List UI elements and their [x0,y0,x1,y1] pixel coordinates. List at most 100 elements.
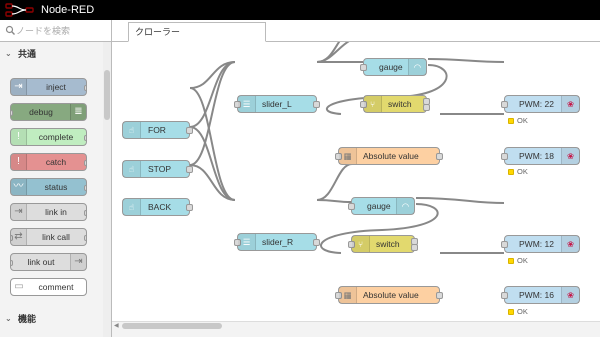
calculator-icon: ▦ [339,148,357,164]
wires [189,42,505,255]
switch-node-2[interactable]: ⑂ switch [348,235,418,253]
link-icon: ⇥ [11,204,27,220]
category-function[interactable]: ⌄ 機能 [0,309,102,329]
output-port [84,135,86,141]
output-port[interactable] [313,239,320,246]
chevron-down-icon: ⌄ [5,49,12,58]
node-red-logo [5,3,34,17]
function-node-absolute-1[interactable]: ▦ Absolute value [335,147,443,165]
palette-node-link-out[interactable]: link out ⇥ [10,253,87,271]
output-port [84,235,86,241]
slider-node-right[interactable]: ☰ slider_R [234,233,320,251]
pwm-node-12[interactable]: PWM: 12 ❀ [501,235,580,253]
palette-node-debug[interactable]: debug ≣ [10,103,87,121]
status-dot [508,258,514,264]
hand-pointer-icon: ☝ [123,161,141,177]
output-port [84,85,86,91]
hand-pointer-icon: ☝ [123,199,141,215]
category-common[interactable]: ⌄ 共通 [0,44,102,64]
raspberry-icon: ❀ [561,236,579,252]
flow-canvas[interactable]: ☝ FOR ☝ STOP ☝ BACK ☰ slider_L ☰ slider_… [112,42,600,321]
app-title: Node-RED [41,4,95,16]
input-port[interactable] [501,101,508,108]
switch-icon: ⑂ [352,236,370,252]
wire [316,163,353,201]
exclamation-icon: ! [11,129,27,145]
palette-search-input[interactable] [16,23,106,39]
scroll-left-icon[interactable]: ◀ [114,322,119,329]
raspberry-icon: ❀ [561,96,579,112]
gauge-icon: ◠ [396,198,414,214]
output-port[interactable] [423,104,430,111]
palette-node-link-in[interactable]: ⇥ link in [10,203,87,221]
status-dot [508,169,514,175]
wire [427,58,505,63]
input-port[interactable] [501,292,508,299]
wire [189,61,236,128]
pwm-node-22[interactable]: PWM: 22 ❀ [501,95,580,113]
output-port [84,160,86,166]
pwm-node-18[interactable]: PWM: 18 ❀ [501,147,580,165]
output-port [84,185,86,191]
button-node-stop[interactable]: ☝ STOP [122,160,193,178]
category-label: 機能 [18,314,37,324]
gauge-icon: ◠ [408,59,426,75]
switch-node-1[interactable]: ⑂ switch [360,95,430,113]
arrow-in-icon: ⇥ [11,79,27,95]
canvas-horizontal-scrollbar[interactable]: ◀ [112,321,600,330]
input-port[interactable] [348,203,355,210]
tab-crawler[interactable]: クローラー [128,22,266,42]
category-label: 共通 [18,49,37,59]
palette-node-complete[interactable]: ! complete [10,128,87,146]
slider-node-left[interactable]: ☰ slider_L [234,95,320,113]
palette-scroll-thumb[interactable] [104,70,110,120]
palette-node-catch[interactable]: ! catch [10,153,87,171]
output-port[interactable] [411,244,418,251]
input-port[interactable] [501,153,508,160]
sliders-icon: ☰ [238,96,256,112]
status-pwm-12: OK [508,256,528,265]
workspace-tabbar: クローラー [112,20,600,42]
pulse-icon: 〰 [11,179,27,195]
sliders-icon: ☰ [238,234,256,250]
status-dot [508,309,514,315]
raspberry-icon: ❀ [561,148,579,164]
switch-icon: ⑂ [364,96,382,112]
function-node-absolute-2[interactable]: ▦ Absolute value [335,286,443,304]
gauge-node-1[interactable]: gauge ◠ [360,58,427,76]
wire [316,42,350,63]
button-node-for[interactable]: ☝ FOR [122,121,193,139]
input-port[interactable] [501,241,508,248]
palette-node-comment[interactable]: ▭ comment [10,278,87,296]
input-port[interactable] [360,64,367,71]
output-port[interactable] [313,101,320,108]
comment-icon: ▭ [14,281,24,292]
palette-node-status[interactable]: 〰 status [10,178,87,196]
button-node-back[interactable]: ☝ BACK [122,198,193,216]
output-port [84,210,86,216]
wire [316,42,341,63]
search-icon [5,25,15,35]
status-pwm-16: OK [508,307,528,316]
output-port[interactable] [186,166,193,173]
palette-node-link-call[interactable]: ⇄ link call [10,228,87,246]
pwm-node-16[interactable]: PWM: 16 ❀ [501,286,580,304]
hand-pointer-icon: ☝ [123,122,141,138]
canvas-scroll-thumb[interactable] [122,323,222,329]
output-port[interactable] [436,292,443,299]
palette-node-inject[interactable]: ⇥ inject [10,78,87,96]
node-palette: ⌄ 共通 ⇥ inject debug ≣ ! complete ! catch… [0,20,112,337]
debug-list-icon: ≣ [70,104,86,120]
status-pwm-22: OK [508,116,528,125]
status-pwm-18: OK [508,167,528,176]
chevron-down-icon: ⌄ [5,314,12,323]
raspberry-icon: ❀ [561,287,579,303]
output-port[interactable] [186,204,193,211]
wire [316,199,352,203]
workspace-footer [112,330,600,337]
gauge-node-2[interactable]: gauge ◠ [348,197,415,215]
exclamation-icon: ! [11,154,27,170]
output-port[interactable] [436,153,443,160]
palette-scrollbar[interactable] [103,42,111,337]
output-port[interactable] [186,127,193,134]
